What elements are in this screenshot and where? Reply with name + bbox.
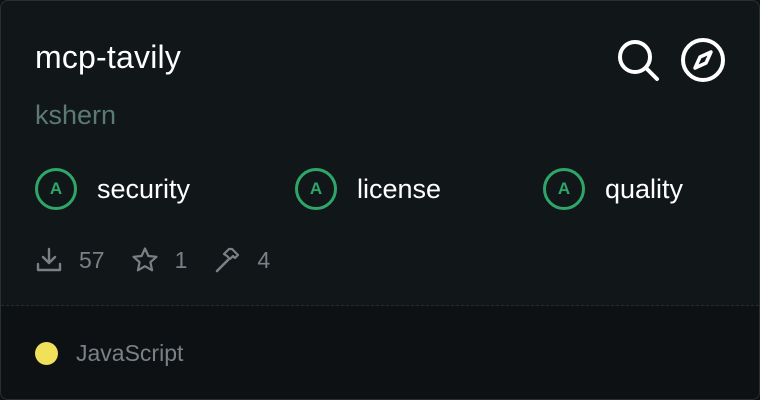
grade-badge: A	[543, 168, 585, 210]
language-name: JavaScript	[76, 340, 184, 366]
grade-badge: A	[35, 168, 77, 210]
badge-label: quality	[605, 173, 684, 204]
downloads-count: 57	[79, 246, 105, 273]
repo-name[interactable]: mcp-tavily	[35, 37, 181, 77]
badge-label: security	[97, 173, 191, 204]
server-card[interactable]: mcp-tavily kshern A security A license A…	[0, 0, 760, 400]
tools-stat: 4	[213, 246, 270, 274]
badge-quality[interactable]: A quality	[543, 165, 683, 213]
stats-row: 57 1 4	[35, 241, 296, 279]
stars-count: 1	[174, 246, 188, 273]
language-color-dot	[35, 342, 58, 365]
tools-count: 4	[257, 246, 271, 273]
card-footer: JavaScript	[1, 306, 759, 399]
badge-label: license	[357, 173, 442, 204]
stars-stat: 1	[131, 246, 188, 274]
repo-author[interactable]: kshern	[35, 97, 116, 133]
compass-icon	[681, 38, 725, 82]
search-button[interactable]	[615, 37, 661, 83]
search-icon	[618, 40, 659, 81]
badge-license[interactable]: A license	[295, 165, 441, 213]
star-icon	[131, 246, 159, 274]
explore-button[interactable]	[680, 37, 726, 83]
download-icon	[35, 246, 63, 274]
hammer-icon	[213, 246, 241, 274]
grade-badge: A	[295, 168, 337, 210]
downloads-stat: 57	[35, 246, 105, 274]
badge-security[interactable]: A security	[35, 165, 190, 213]
